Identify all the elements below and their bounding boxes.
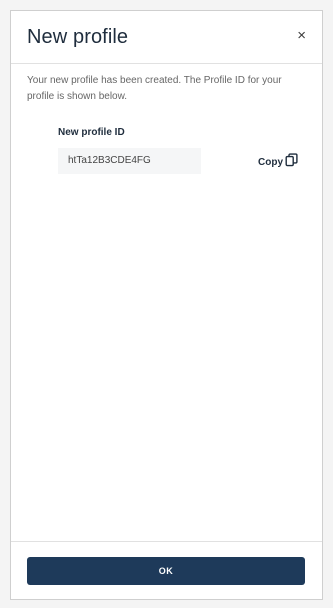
dialog-title: New profile	[27, 26, 129, 48]
copy-icon	[285, 153, 298, 172]
profile-id-field[interactable]: htTa12B3CDE4FG	[58, 148, 201, 174]
copy-label: Copy	[258, 157, 283, 168]
ok-button[interactable]: OK	[27, 557, 305, 585]
profile-id-label: New profile ID	[58, 127, 125, 138]
profile-id-value: htTa12B3CDE4FG	[68, 155, 151, 166]
new-profile-dialog: New profile × Your new profile has been …	[10, 10, 323, 600]
dialog-description: Your new profile has been created. The P…	[27, 75, 282, 102]
copy-button[interactable]: Copy	[258, 153, 298, 172]
dialog-footer: OK	[11, 541, 322, 599]
dialog-header: New profile ×	[11, 11, 322, 64]
close-icon[interactable]: ×	[297, 28, 306, 44]
